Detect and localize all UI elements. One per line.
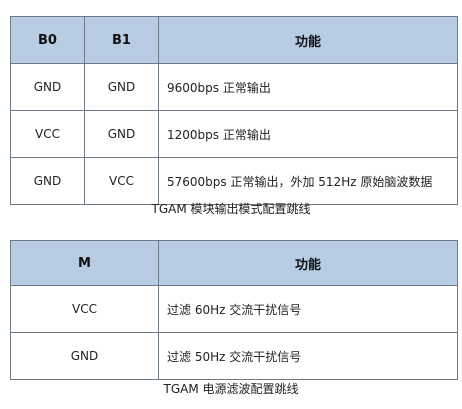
power-filter-caption: TGAM 电源滤波配置跳线 — [163, 382, 299, 396]
cell-b1: GND — [84, 63, 159, 111]
table-row: GND 过滤 50Hz 交流干扰信号 — [10, 332, 458, 380]
cell-m: GND — [10, 332, 159, 380]
output-mode-caption: TGAM 模块输出模式配置跳线 — [151, 202, 311, 216]
power-filter-table: M 功能 VCC 过滤 60Hz 交流干扰信号 GND 过滤 50Hz 交流干扰… — [10, 240, 458, 380]
table-row: VCC GND 1200bps 正常输出 — [10, 110, 458, 158]
cell-b1: VCC — [84, 157, 159, 205]
header-b1: B1 — [84, 16, 159, 64]
cell-b0: GND — [10, 63, 85, 111]
cell-function: 过滤 60Hz 交流干扰信号 — [158, 285, 458, 333]
cell-function: 9600bps 正常输出 — [158, 63, 458, 111]
table-row: GND VCC 57600bps 正常输出，外加 512Hz 原始脑波数据 — [10, 157, 458, 205]
header-m: M — [10, 240, 159, 286]
cell-m: VCC — [10, 285, 159, 333]
cell-function: 过滤 50Hz 交流干扰信号 — [158, 332, 458, 380]
cell-function: 57600bps 正常输出，外加 512Hz 原始脑波数据 — [158, 157, 458, 205]
table-row: VCC 过滤 60Hz 交流干扰信号 — [10, 285, 458, 333]
table-header-row: M 功能 — [10, 240, 458, 286]
header-b0: B0 — [10, 16, 85, 64]
cell-b1: GND — [84, 110, 159, 158]
header-function: 功能 — [158, 16, 458, 64]
output-mode-table: B0 B1 功能 GND GND 9600bps 正常输出 VCC GND 12… — [10, 16, 458, 205]
header-function: 功能 — [158, 240, 458, 286]
cell-b0: GND — [10, 157, 85, 205]
table-row: GND GND 9600bps 正常输出 — [10, 63, 458, 111]
cell-b0: VCC — [10, 110, 85, 158]
table-header-row: B0 B1 功能 — [10, 16, 458, 64]
cell-function: 1200bps 正常输出 — [158, 110, 458, 158]
